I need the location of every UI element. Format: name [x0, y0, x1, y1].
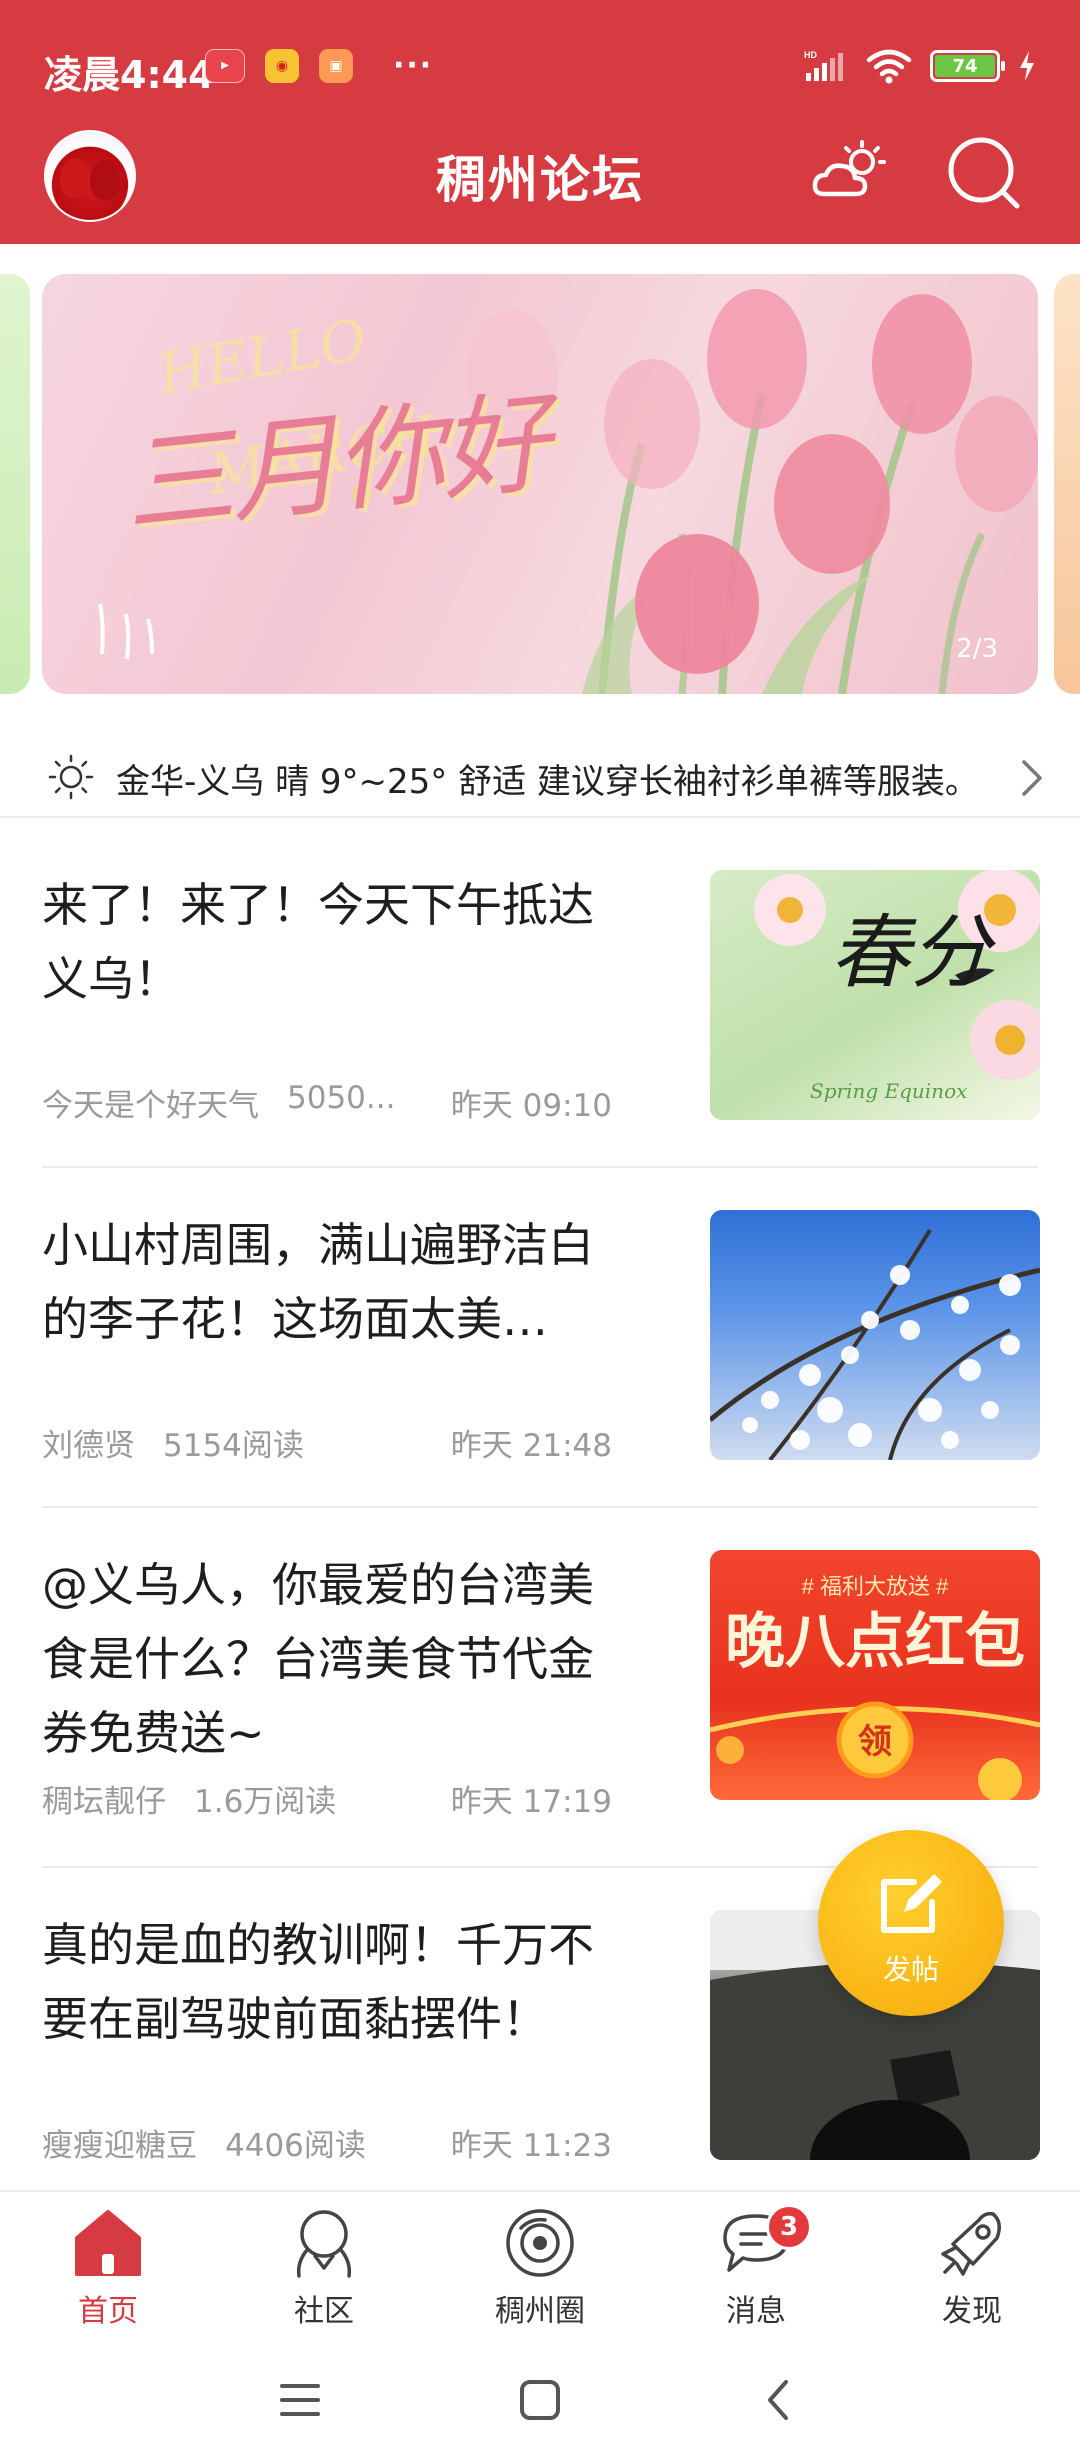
wifi-icon: [866, 49, 912, 84]
nav-item-circle[interactable]: 稠州圈: [460, 2204, 620, 2344]
system-status: HD 74: [804, 48, 1036, 84]
app-header: 凌晨4:44 ▶ ◉ ▣ ··· HD 74 稠州论坛: [0, 0, 1080, 244]
nav-label: 发现: [942, 2294, 1002, 2329]
shopping-app-icon: ▣: [319, 48, 353, 83]
article-meta: 稠坛靓仔 1.6万阅读 昨天 17:19: [42, 1776, 612, 1821]
article-thumbnail[interactable]: [710, 1210, 1040, 1460]
article-title[interactable]: 真的是血的教训啊！千万不要在副驾驶前面黏摆件！: [42, 1908, 632, 2056]
article-title[interactable]: 来了！来了！今天下午抵达义乌！: [42, 868, 632, 1016]
article-title[interactable]: 小山村周围，满山遍野洁白的李子花！这场面太美…: [42, 1208, 632, 1356]
article-author: 今天是个好天气: [42, 1088, 259, 1124]
article-meta: 今天是个好天气 5050... 昨天 09:10: [42, 1080, 612, 1125]
article-item[interactable]: @义乌人，你最爱的台湾美食是什么？台湾美食节代金券免费送~ 稠坛靓仔 1.6万阅…: [0, 1508, 1080, 1868]
banner-page-indicator: 2/3: [956, 634, 998, 664]
thumb-main-text: 晚八点红包: [725, 1607, 1025, 1677]
article-author: 刘德贤: [42, 1428, 135, 1464]
community-icon: [296, 2210, 352, 2278]
home-button-icon[interactable]: [510, 2370, 570, 2430]
article-item[interactable]: 来了！来了！今天下午抵达义乌！ 今天是个好天气 5050... 昨天 09:10…: [0, 828, 1080, 1168]
system-navigation-bar: [0, 2340, 1080, 2460]
bottom-navigation: 首页 社区 稠州圈 3 消息 发现: [0, 2190, 1080, 2340]
nav-label: 社区: [294, 2294, 354, 2329]
menu-icon[interactable]: [270, 2370, 330, 2430]
article-title[interactable]: @义乌人，你最爱的台湾美食是什么？台湾美食节代金券免费送~: [42, 1548, 632, 1770]
article-reads: 5050...: [287, 1080, 396, 1116]
article-time: 昨天 09:10: [450, 1088, 612, 1124]
banner-prev-slide[interactable]: [0, 274, 30, 694]
back-icon[interactable]: [750, 2370, 810, 2430]
message-badge: 3: [766, 2204, 812, 2250]
nav-label: 消息: [726, 2294, 786, 2329]
video-app-icon: ▶: [205, 48, 245, 83]
weather-icon[interactable]: [810, 138, 890, 208]
nav-item-discover[interactable]: 发现: [892, 2204, 1052, 2344]
notification-icons: ▶ ◉ ▣ ···: [205, 48, 433, 83]
status-time: 凌晨4:44: [44, 53, 215, 97]
nav-item-home[interactable]: 首页: [28, 2204, 188, 2344]
article-author: 稠坛靓仔: [42, 1784, 166, 1820]
compose-post-label: 发帖: [882, 1953, 939, 1986]
thumb-main-text: 春分: [830, 906, 996, 999]
banner-slide[interactable]: HELLO MARCH 三月你好 2/3: [42, 274, 1038, 694]
nav-label: 首页: [78, 2294, 138, 2329]
article-thumbnail[interactable]: 春分 Spring Equinox: [710, 870, 1040, 1120]
more-notifications-icon: ···: [393, 48, 434, 83]
article-time: 昨天 21:48: [450, 1428, 612, 1464]
article-reads: 5154阅读: [163, 1428, 304, 1464]
sun-icon: [48, 754, 94, 800]
circle-icon: [506, 2209, 574, 2277]
discover-icon: [941, 2211, 1001, 2276]
nav-label: 稠州圈: [495, 2294, 585, 2329]
search-icon[interactable]: [945, 134, 1025, 214]
nav-item-community[interactable]: 社区: [244, 2204, 404, 2344]
battery-indicator: 74: [930, 50, 1005, 82]
nav-item-messages[interactable]: 3 消息: [676, 2204, 836, 2344]
home-icon: [75, 2210, 141, 2276]
article-reads: 1.6万阅读: [194, 1784, 337, 1820]
thumb-tag-text: # 福利大放送 #: [802, 1574, 949, 1599]
status-bar: 凌晨4:44 ▶ ◉ ▣ ··· HD 74: [0, 0, 1080, 130]
battery-level: 74: [935, 55, 995, 77]
weibo-icon: ◉: [265, 48, 299, 83]
page-title: 稠州论坛: [436, 151, 644, 209]
spring-equinox-art: 春分 Spring Equinox: [754, 870, 1040, 1103]
plum-blossom-photo: [710, 1228, 1040, 1460]
banner-carousel[interactable]: HELLO MARCH 三月你好 2/3: [0, 244, 1080, 719]
article-meta: 刘德贤 5154阅读 昨天 21:48: [42, 1420, 612, 1465]
banner-next-slide[interactable]: [1054, 274, 1080, 694]
cellular-signal-icon: HD: [804, 50, 843, 81]
article-thumbnail[interactable]: # 福利大放送 # 晚八点红包 领: [710, 1550, 1040, 1800]
article-item[interactable]: 小山村周围，满山遍野洁白的李子花！这场面太美… 刘德贤 5154阅读 昨天 21…: [0, 1168, 1080, 1508]
weather-tip-text: 金华-义乌 晴 9°~25° 舒适 建议穿长袖衬衫单裤等服装。: [116, 762, 979, 802]
charging-icon: [1020, 51, 1034, 81]
article-author: 瘦瘦迎糖豆: [42, 2128, 197, 2164]
chevron-right-icon[interactable]: [1012, 756, 1052, 800]
weather-tip-bar[interactable]: 金华-义乌 晴 9°~25° 舒适 建议穿长袖衬衫单裤等服装。: [0, 738, 1080, 818]
app-bar: 稠州论坛: [0, 130, 1080, 244]
thumb-coin-text: 领: [858, 1722, 892, 1762]
article-reads: 4406阅读: [225, 2128, 366, 2164]
thumb-sub-text: Spring Equinox: [810, 1079, 967, 1103]
article-time: 昨天 11:23: [450, 2128, 612, 2164]
network-type-label: HD: [804, 50, 817, 60]
red-packet-promo: # 福利大放送 # 晚八点红包 领: [710, 1574, 1040, 1800]
edit-icon: [881, 1874, 942, 1933]
article-meta: 瘦瘦迎糖豆 4406阅读 昨天 11:23: [42, 2120, 612, 2165]
article-time: 昨天 17:19: [450, 1784, 612, 1820]
compose-post-button[interactable]: 发帖: [818, 1830, 1004, 2016]
